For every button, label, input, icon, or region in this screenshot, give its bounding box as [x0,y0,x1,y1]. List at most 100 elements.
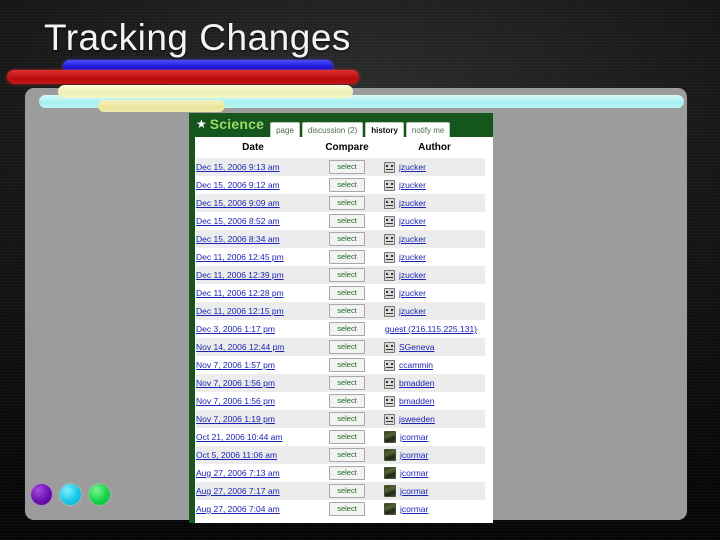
cell-date: Aug 27, 2006 7:13 am [196,464,310,482]
author-wrapper: ccammin [384,359,485,371]
cell-author: jzucker [384,284,485,302]
sad-face-avatar-icon [384,197,395,209]
cell-author: jzucker [384,194,485,212]
author-link[interactable]: jzucker [399,162,426,172]
wiki-brand-name: Science [209,115,265,132]
cell-author: jcormar [384,446,485,464]
author-link[interactable]: jsweeden [399,414,435,424]
revision-date-link[interactable]: Dec 3, 2006 1:17 pm [196,324,275,334]
decor-bar-cream [58,85,353,98]
author-link[interactable]: jzucker [399,198,426,208]
cell-date: Dec 15, 2006 9:13 am [196,158,310,176]
select-button[interactable]: select [329,214,365,228]
author-link[interactable]: bmadden [399,396,434,406]
revision-date-link[interactable]: Dec 15, 2006 8:52 am [196,216,280,226]
cell-author: jcormar [384,464,485,482]
decor-dot-cyan [60,484,81,505]
author-link[interactable]: jcormar [400,432,428,442]
photo-avatar-icon [384,503,396,515]
cell-date: Dec 11, 2006 12:39 pm [196,266,310,284]
select-button[interactable]: select [329,394,365,408]
revision-date-link[interactable]: Nov 7, 2006 1:19 pm [196,414,275,424]
author-link[interactable]: ccammin [399,360,433,370]
select-button[interactable]: select [329,340,365,354]
revision-date-link[interactable]: Dec 11, 2006 12:15 pm [196,306,284,316]
select-button[interactable]: select [329,430,365,444]
select-button[interactable]: select [329,412,365,426]
select-button[interactable]: select [329,448,365,462]
author-link[interactable]: jcormar [400,450,428,460]
revision-date-link[interactable]: Dec 15, 2006 9:12 am [196,180,280,190]
select-button[interactable]: select [329,232,365,246]
revision-date-link[interactable]: Aug 27, 2006 7:04 am [196,504,280,514]
cell-compare: select [310,158,384,176]
revision-date-link[interactable]: Nov 7, 2006 1:57 pm [196,360,275,370]
author-link[interactable]: jzucker [399,288,426,298]
select-button[interactable]: select [329,160,365,174]
revision-date-link[interactable]: Dec 15, 2006 9:13 am [196,162,280,172]
cell-date: Nov 14, 2006 12:44 pm [196,338,310,356]
author-wrapper: SGeneva [384,341,485,353]
cell-author: jzucker [384,230,485,248]
select-button[interactable]: select [329,358,365,372]
table-row: Dec 15, 2006 8:52 am select jzucker [196,212,485,230]
select-button[interactable]: select [329,250,365,264]
author-link[interactable]: SGeneva [399,342,434,352]
tab-notify-me[interactable]: notify me [405,122,451,137]
author-link[interactable]: jzucker [399,252,426,262]
tab-history[interactable]: history [365,122,404,137]
select-button[interactable]: select [329,502,365,516]
select-button[interactable]: select [329,322,365,336]
select-button[interactable]: select [329,304,365,318]
select-button[interactable]: select [329,466,365,480]
author-wrapper: jcormar [384,485,485,497]
cell-compare: select [310,248,384,266]
select-button[interactable]: select [329,268,365,282]
tab-page[interactable]: page [270,122,300,137]
select-button[interactable]: select [329,178,365,192]
revision-date-link[interactable]: Nov 7, 2006 1:56 pm [196,378,275,388]
author-wrapper: jsweeden [384,413,485,425]
revision-date-link[interactable]: Nov 14, 2006 12:44 pm [196,342,284,352]
author-link[interactable]: jzucker [399,270,426,280]
sad-face-avatar-icon [384,215,395,227]
revision-date-link[interactable]: Dec 11, 2006 12:28 pm [196,288,284,298]
author-wrapper: bmadden [384,377,485,389]
cell-date: Aug 27, 2006 7:04 am [196,500,310,518]
author-link[interactable]: jzucker [399,216,426,226]
tab-discussion[interactable]: discussion (2) [301,122,364,137]
wiki-tab-bar: page discussion (2) history notify me [270,113,451,137]
author-link[interactable]: jcormar [400,504,428,514]
cell-date: Dec 11, 2006 12:45 pm [196,248,310,266]
column-header-date: Date [196,137,310,158]
author-link[interactable]: jzucker [399,180,426,190]
history-table: Date Compare Author Dec 15, 2006 9:13 am… [196,137,485,518]
revision-date-link[interactable]: Oct 5, 2006 11:06 am [196,450,277,460]
revision-date-link[interactable]: Oct 21, 2006 10:44 am [196,432,282,442]
select-button[interactable]: select [329,196,365,210]
table-row: Dec 15, 2006 9:13 am select jzucker [196,158,485,176]
revision-date-link[interactable]: Dec 15, 2006 8:34 am [196,234,280,244]
revision-date-link[interactable]: Dec 11, 2006 12:45 pm [196,252,284,262]
author-link[interactable]: jzucker [399,234,426,244]
author-link[interactable]: bmadden [399,378,434,388]
revision-date-link[interactable]: Aug 27, 2006 7:13 am [196,468,280,478]
cell-author: guest (216.115.225.131) [384,320,485,338]
author-link[interactable]: jzucker [399,306,426,316]
select-button[interactable]: select [329,376,365,390]
revision-date-link[interactable]: Dec 15, 2006 9:09 am [196,198,280,208]
author-wrapper: jzucker [384,287,485,299]
slide-title: Tracking Changes [44,17,351,58]
author-link[interactable]: jcormar [400,468,428,478]
table-row: Oct 21, 2006 10:44 am select jcormar [196,428,485,446]
author-link[interactable]: jcormar [400,486,428,496]
table-row: Dec 11, 2006 12:15 pm select jzucker [196,302,485,320]
revision-date-link[interactable]: Nov 7, 2006 1:56 pm [196,396,275,406]
revision-date-link[interactable]: Aug 27, 2006 7:17 am [196,486,280,496]
select-button[interactable]: select [329,484,365,498]
revision-date-link[interactable]: Dec 11, 2006 12:39 pm [196,270,284,280]
column-header-author: Author [384,137,485,158]
cell-date: Nov 7, 2006 1:57 pm [196,356,310,374]
cell-author: jcormar [384,482,485,500]
select-button[interactable]: select [329,286,365,300]
